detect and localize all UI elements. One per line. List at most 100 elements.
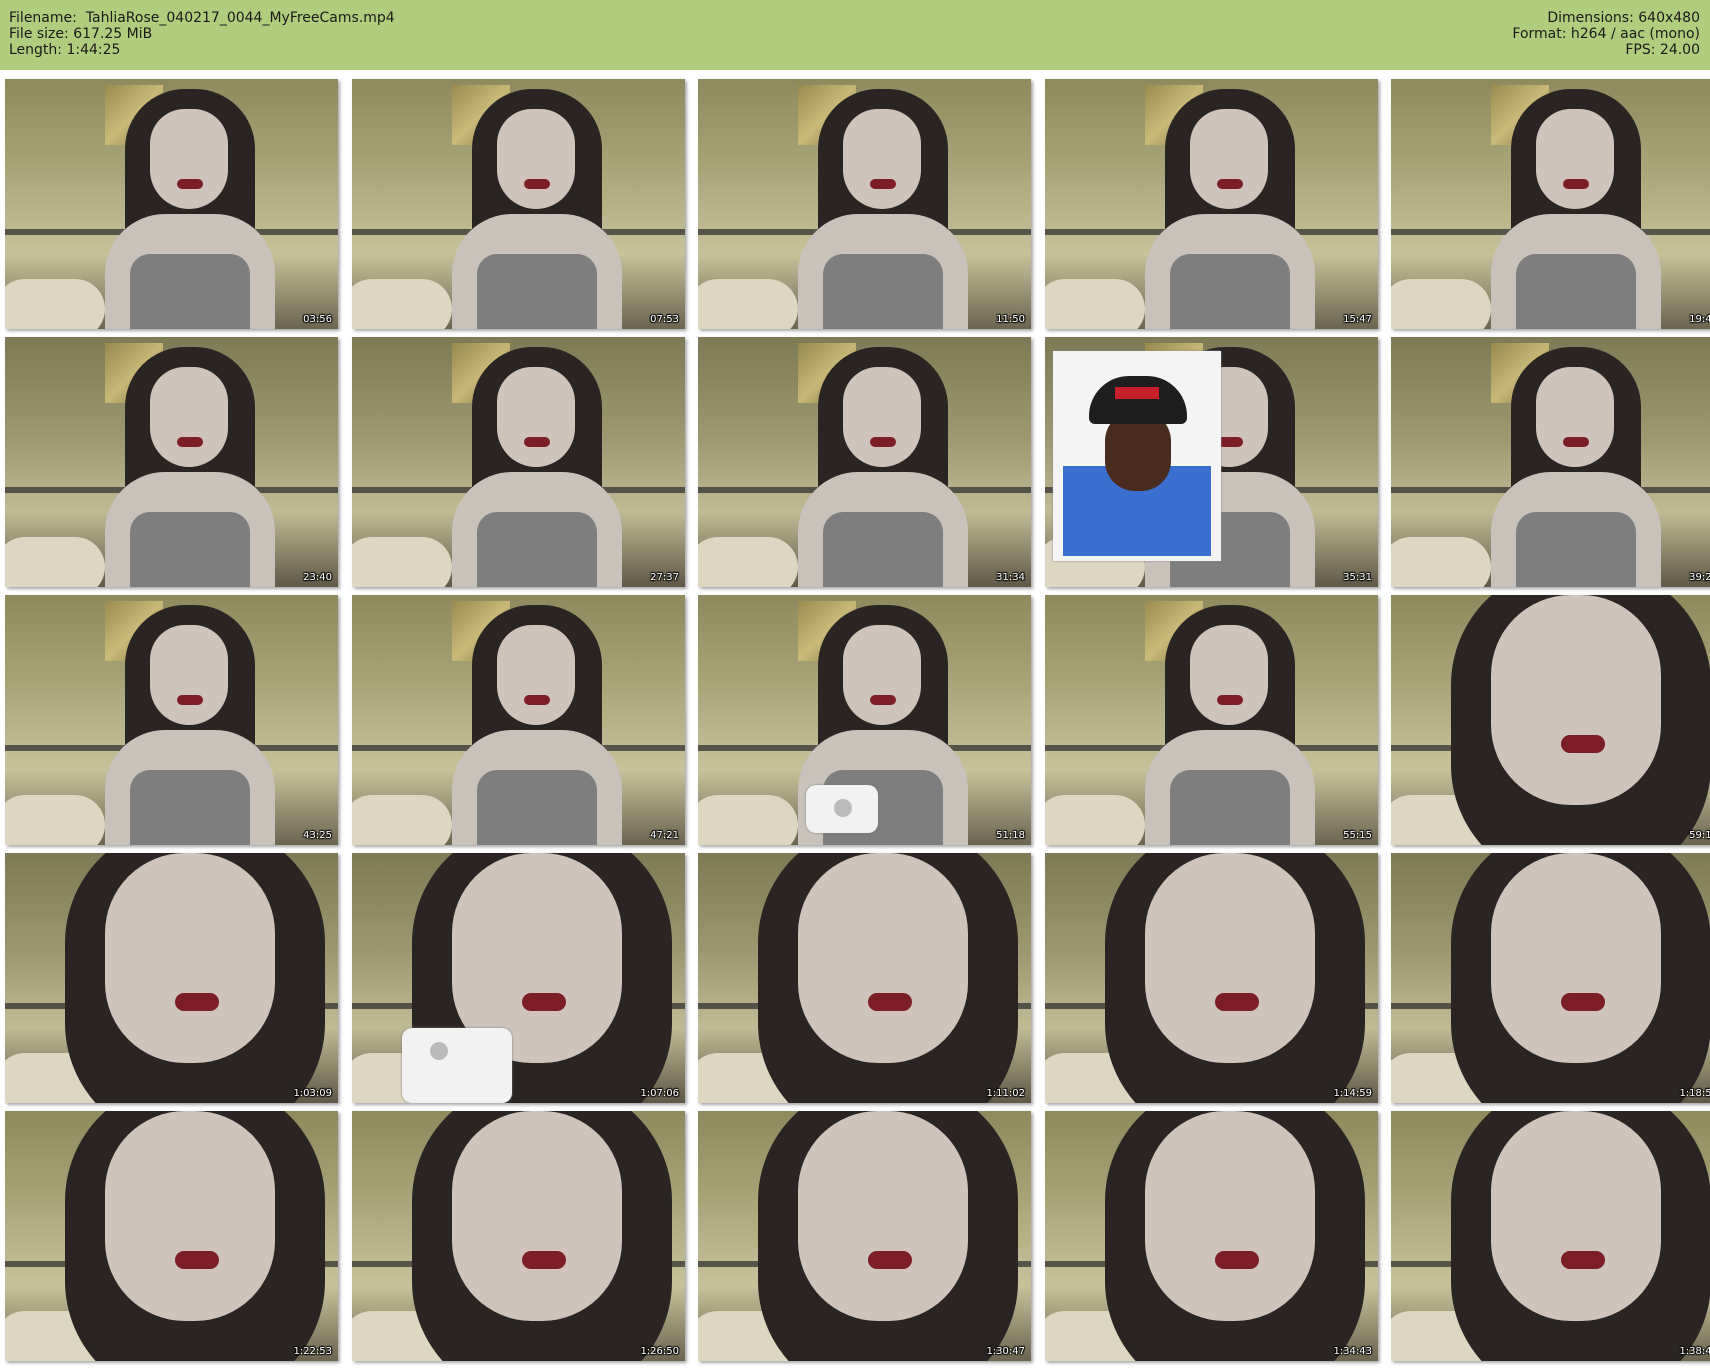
frame-face — [497, 109, 575, 209]
format-line: Format: h264 / aac (mono) — [1512, 26, 1700, 42]
video-thumbnail[interactable]: 11:50 — [698, 79, 1031, 329]
frame-lips — [177, 179, 203, 189]
frame-lips — [524, 695, 550, 705]
frame-face — [1491, 1111, 1661, 1321]
video-thumbnail[interactable]: 31:34 — [698, 337, 1031, 587]
frame-lips — [870, 437, 896, 447]
frame-pillow — [1391, 537, 1491, 587]
frame-face — [150, 367, 228, 467]
thumbnail-timestamp: 35:31 — [1343, 572, 1372, 583]
video-thumbnail[interactable]: 51:18 — [698, 595, 1031, 845]
thumbnail-timestamp: 1:30:47 — [986, 1346, 1025, 1357]
frame-face — [1491, 853, 1661, 1063]
frame-pillow — [1045, 795, 1145, 845]
video-thumbnail[interactable]: 1:18:56 — [1391, 853, 1710, 1103]
frame-face — [1536, 109, 1614, 209]
fps-label: FPS: — [1625, 42, 1656, 58]
frame-lips — [1561, 735, 1605, 753]
video-thumbnail[interactable]: 1:30:47 — [698, 1111, 1031, 1361]
video-thumbnail[interactable]: 1:26:50 — [352, 1111, 685, 1361]
frame-lips — [1217, 179, 1243, 189]
thumbnail-timestamp: 1:07:06 — [640, 1088, 679, 1099]
thumbnail-timestamp: 47:21 — [650, 830, 679, 841]
file-info-left: Filename: TahliaRose_040217_0044_MyFreeC… — [9, 10, 395, 58]
frame-pillow — [5, 537, 105, 587]
frame-top — [477, 770, 597, 845]
thumbnail-timestamp: 31:34 — [996, 572, 1025, 583]
video-thumbnail[interactable]: 27:37 — [352, 337, 685, 587]
frame-lips — [1215, 993, 1259, 1011]
video-thumbnail[interactable]: 55:15 — [1045, 595, 1378, 845]
fps-line: FPS: 24.00 — [1512, 42, 1700, 58]
video-thumbnail[interactable]: 1:38:40 — [1391, 1111, 1710, 1361]
phone-camera-icon — [834, 799, 852, 817]
frame-pillow — [352, 795, 452, 845]
frame-face — [798, 1111, 968, 1321]
frame-lips — [1563, 437, 1589, 447]
frame-top — [130, 512, 250, 587]
video-thumbnail[interactable]: 47:21 — [352, 595, 685, 845]
frame-pillow — [1045, 279, 1145, 329]
video-thumbnail[interactable]: 59:12 — [1391, 595, 1710, 845]
frame-pillow — [698, 795, 798, 845]
frame-lips — [868, 1251, 912, 1269]
frame-top — [823, 254, 943, 329]
frame-lips — [1561, 993, 1605, 1011]
video-thumbnail[interactable]: 43:25 — [5, 595, 338, 845]
video-thumbnail[interactable]: 1:07:06 — [352, 853, 685, 1103]
thumbnail-timestamp: 15:47 — [1343, 314, 1372, 325]
frame-face — [1190, 109, 1268, 209]
frame-face — [105, 1111, 275, 1321]
frame-pillow — [5, 279, 105, 329]
filesize-value: 617.25 MiB — [73, 26, 153, 42]
thumbnail-timestamp: 07:53 — [650, 314, 679, 325]
thumbnail-timestamp: 11:50 — [996, 314, 1025, 325]
video-thumbnail[interactable]: 15:47 — [1045, 79, 1378, 329]
frame-lips — [1215, 1251, 1259, 1269]
frame-pillow — [698, 279, 798, 329]
frame-top — [1516, 254, 1636, 329]
frame-face — [105, 853, 275, 1063]
frame-lips — [177, 437, 203, 447]
file-info-right: Dimensions: 640x480 Format: h264 / aac (… — [1512, 10, 1700, 58]
frame-pillow — [1391, 279, 1491, 329]
frame-face — [1491, 595, 1661, 805]
video-thumbnail[interactable]: 19:44 — [1391, 79, 1710, 329]
filesize-label: File size: — [9, 26, 69, 42]
thumbnail-timestamp: 1:22:53 — [293, 1346, 332, 1357]
frame-top — [823, 512, 943, 587]
frame-face — [798, 853, 968, 1063]
length-label: Length: — [9, 42, 63, 58]
frame-lips — [870, 179, 896, 189]
filename-value: TahliaRose_040217_0044_MyFreeCams.mp4 — [85, 10, 395, 26]
video-thumbnail[interactable]: 03:56 — [5, 79, 338, 329]
video-thumbnail[interactable]: 07:53 — [352, 79, 685, 329]
video-thumbnail[interactable]: 1:22:53 — [5, 1111, 338, 1361]
frame-face — [1145, 853, 1315, 1063]
video-thumbnail[interactable]: 35:31 — [1045, 337, 1378, 587]
frame-pillow — [5, 795, 105, 845]
frame-face — [452, 1111, 622, 1321]
video-thumbnail[interactable]: 23:40 — [5, 337, 338, 587]
thumbnail-timestamp: 23:40 — [303, 572, 332, 583]
frame-top — [130, 254, 250, 329]
video-thumbnail[interactable]: 1:14:59 — [1045, 853, 1378, 1103]
frame-top — [477, 512, 597, 587]
thumbnail-timestamp: 55:15 — [1343, 830, 1372, 841]
format-label: Format: — [1512, 26, 1567, 42]
thumbnail-timestamp: 1:26:50 — [640, 1346, 679, 1357]
photo-cap — [1089, 376, 1187, 424]
frame-face — [497, 625, 575, 725]
thumbnail-timestamp: 39:28 — [1689, 572, 1710, 583]
filesize-line: File size: 617.25 MiB — [9, 26, 395, 42]
thumbnail-timestamp: 1:34:43 — [1333, 1346, 1372, 1357]
phone-image — [402, 1028, 512, 1103]
frame-face — [1536, 367, 1614, 467]
dimensions-line: Dimensions: 640x480 — [1512, 10, 1700, 26]
video-thumbnail[interactable]: 1:03:09 — [5, 853, 338, 1103]
video-thumbnail[interactable]: 1:11:02 — [698, 853, 1031, 1103]
video-thumbnail[interactable]: 39:28 — [1391, 337, 1710, 587]
video-thumbnail[interactable]: 1:34:43 — [1045, 1111, 1378, 1361]
frame-top — [1170, 770, 1290, 845]
frame-pillow — [352, 537, 452, 587]
